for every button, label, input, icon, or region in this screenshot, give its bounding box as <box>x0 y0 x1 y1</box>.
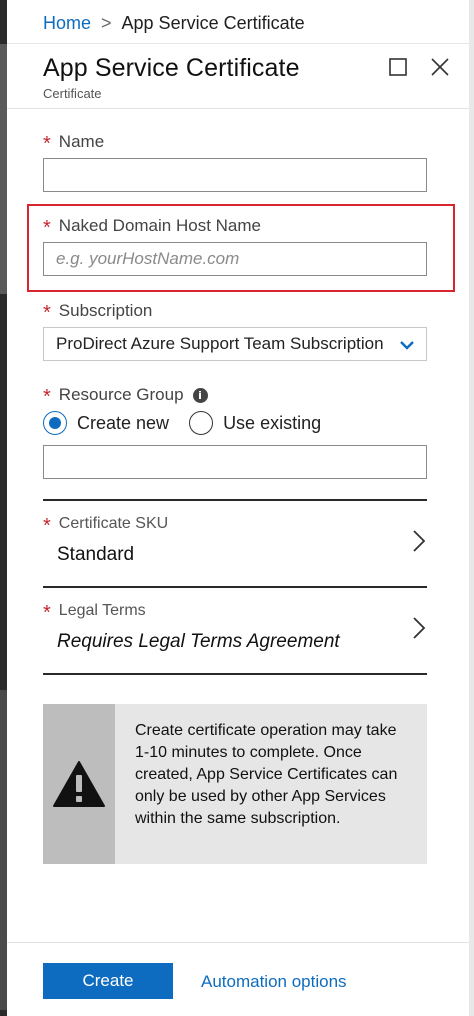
subscription-select[interactable]: ProDirect Azure Support Team Subscriptio… <box>43 327 427 361</box>
legal-terms-value: Requires Legal Terms Agreement <box>57 631 340 652</box>
page-subtitle: Certificate <box>43 86 102 101</box>
warning-message: Create certificate operation may take 1-… <box>135 722 398 827</box>
subscription-label: * Subscription <box>43 301 153 324</box>
scrollbar-track[interactable] <box>469 0 474 1016</box>
certificate-sku-label-text: Certificate SKU <box>58 515 169 532</box>
subscription-selected-value: ProDirect Azure Support Team Subscriptio… <box>56 334 384 353</box>
page-title: App Service Certificate <box>43 54 300 82</box>
required-marker: * <box>43 217 51 239</box>
warning-icon-column <box>43 704 115 864</box>
section-divider <box>43 673 427 675</box>
legal-terms-row[interactable]: * Legal Terms Requires Legal Terms Agree… <box>43 589 427 673</box>
app-service-certificate-blade: App Service Certificate Certificate * Na… <box>7 44 469 1016</box>
background-strip-segment <box>0 44 7 294</box>
radio-create-new-label: Create new <box>77 412 170 433</box>
name-input[interactable] <box>43 158 427 192</box>
maximize-icon <box>389 58 407 76</box>
radio-use-existing[interactable]: Use existing <box>189 411 321 435</box>
close-button[interactable] <box>427 54 453 80</box>
background-strip-segment <box>0 690 7 1010</box>
footer-divider <box>7 942 469 943</box>
radio-use-existing-label: Use existing <box>223 412 322 433</box>
resource-group-label: * Resource Group i <box>43 385 208 408</box>
breadcrumb-home-link[interactable]: Home <box>43 13 91 34</box>
certificate-sku-label: * Certificate SKU <box>43 514 169 537</box>
naked-domain-label-text: Naked Domain Host Name <box>58 216 261 235</box>
required-marker: * <box>43 515 51 537</box>
resource-group-input[interactable] <box>43 445 427 479</box>
create-button[interactable]: Create <box>43 963 173 999</box>
breadcrumb: Home > App Service Certificate <box>43 13 305 34</box>
name-label: * Name <box>43 132 105 155</box>
naked-domain-label: * Naked Domain Host Name <box>43 216 261 239</box>
breadcrumb-separator: > <box>101 13 112 33</box>
legal-terms-label-text: Legal Terms <box>58 602 146 619</box>
maximize-button[interactable] <box>385 54 411 80</box>
breadcrumb-current: App Service Certificate <box>121 13 305 33</box>
naked-domain-input[interactable] <box>43 242 427 276</box>
required-marker: * <box>43 386 51 408</box>
subscription-label-text: Subscription <box>58 301 153 320</box>
background-panel-strip <box>0 0 7 1016</box>
automation-options-link[interactable]: Automation options <box>201 972 347 992</box>
chevron-right-icon <box>413 617 426 639</box>
resource-group-label-text: Resource Group <box>58 385 184 404</box>
required-marker: * <box>43 302 51 324</box>
close-icon <box>431 58 449 76</box>
chevron-right-icon <box>413 530 426 552</box>
warning-panel: Create certificate operation may take 1-… <box>43 704 427 864</box>
chevron-down-icon <box>398 336 416 354</box>
section-divider <box>43 499 427 501</box>
section-divider <box>43 586 427 588</box>
required-marker: * <box>43 602 51 624</box>
warning-triangle-icon <box>53 761 105 807</box>
radio-button-checked[interactable] <box>43 411 67 435</box>
radio-button-unchecked[interactable] <box>189 411 214 435</box>
top-breadcrumb-bar: Home > App Service Certificate <box>7 0 469 44</box>
radio-create-new[interactable]: Create new <box>43 411 169 435</box>
required-marker: * <box>43 133 51 155</box>
certificate-sku-value: Standard <box>57 544 135 565</box>
info-icon[interactable]: i <box>192 387 208 403</box>
legal-terms-label: * Legal Terms <box>43 601 146 624</box>
header-divider <box>7 108 469 109</box>
certificate-sku-row[interactable]: * Certificate SKU Standard <box>43 502 427 586</box>
name-label-text: Name <box>58 132 105 151</box>
resource-group-radio-group: Create new Use existing <box>43 411 321 435</box>
